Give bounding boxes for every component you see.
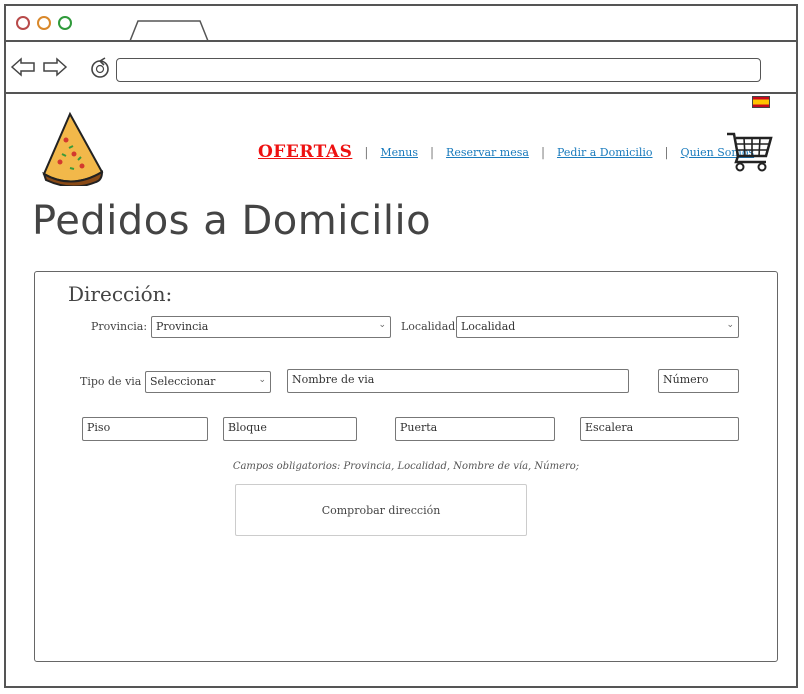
shopping-cart-icon[interactable]: [724, 130, 774, 172]
tipo-via-select-value: Seleccionar: [150, 375, 216, 388]
check-address-button[interactable]: Comprobar dirección: [235, 484, 527, 536]
page-title: Pedidos a Domicilio: [32, 198, 432, 244]
bloque-input[interactable]: Bloque: [223, 417, 357, 441]
maximize-window-button[interactable]: [58, 16, 72, 30]
close-window-button[interactable]: [16, 16, 30, 30]
tipo-via-select[interactable]: Seleccionar ⌄: [145, 371, 271, 393]
piso-input[interactable]: Piso: [82, 417, 208, 441]
menu-pedir-a-domicilio-link[interactable]: Pedir a Domicilio: [557, 146, 653, 159]
provincia-select-value: Provincia: [156, 320, 209, 333]
pizza-logo: [42, 111, 104, 186]
menu-separator: |: [430, 145, 435, 159]
browser-nav-bar: [6, 42, 796, 94]
escalera-input[interactable]: Escalera: [580, 417, 739, 441]
reload-icon[interactable]: [88, 56, 114, 80]
chevron-down-icon: ⌄: [726, 320, 734, 330]
forward-arrow-icon[interactable]: [42, 56, 68, 78]
menu-separator: |: [664, 145, 669, 159]
menu-ofertas-link[interactable]: OFERTAS: [258, 142, 352, 162]
chevron-down-icon: ⌄: [258, 375, 266, 385]
menu-separator: |: [364, 145, 369, 159]
menu-reservar-mesa-link[interactable]: Reservar mesa: [446, 146, 529, 159]
localidad-select[interactable]: Localidad ⌄: [456, 316, 739, 338]
numero-input[interactable]: Número: [658, 369, 739, 393]
main-menu: OFERTAS | Menus | Reservar mesa | Pedir …: [258, 140, 754, 164]
spain-flag-icon[interactable]: [752, 96, 770, 108]
required-fields-note: Campos obligatorios: Provincia, Localida…: [232, 461, 580, 472]
provincia-select[interactable]: Provincia ⌄: [151, 316, 391, 338]
menu-menus-link[interactable]: Menus: [380, 146, 418, 159]
address-form: Dirección: Provincia: Provincia ⌄ Locali…: [34, 271, 778, 662]
direccion-heading: Dirección:: [68, 282, 173, 306]
address-bar[interactable]: [116, 58, 761, 82]
browser-tab[interactable]: [128, 20, 212, 42]
nombre-via-input[interactable]: Nombre de via: [287, 369, 629, 393]
chevron-down-icon: ⌄: [378, 320, 386, 330]
puerta-input[interactable]: Puerta: [395, 417, 555, 441]
title-bar: [6, 6, 796, 42]
menu-separator: |: [540, 145, 545, 159]
tipo-via-label: Tipo de via: [80, 375, 142, 388]
localidad-select-value: Localidad: [461, 320, 516, 333]
provincia-label: Provincia:: [91, 320, 148, 333]
minimize-window-button[interactable]: [37, 16, 51, 30]
localidad-label: Localidad:: [401, 320, 460, 333]
back-arrow-icon[interactable]: [10, 56, 36, 78]
